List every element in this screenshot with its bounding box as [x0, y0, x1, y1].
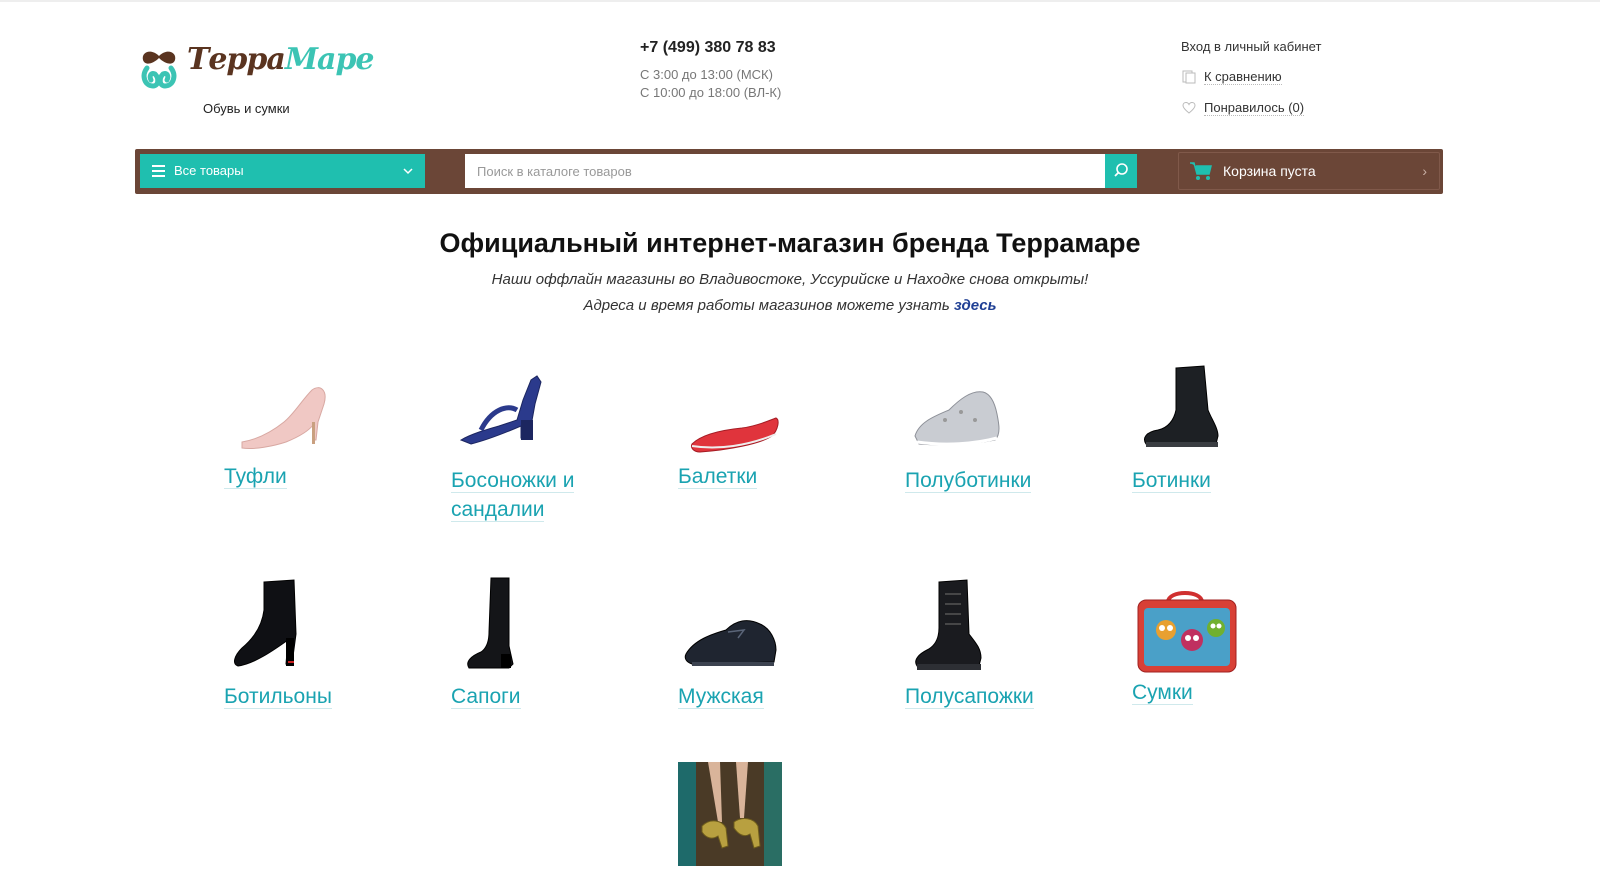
- intro-line-1: Наши оффлайн магазины во Владивостоке, У…: [491, 271, 1089, 288]
- cart-button[interactable]: Корзина пуста ›: [1178, 152, 1440, 190]
- hours-msk: С 3:00 до 13:00 (МСК): [640, 67, 773, 82]
- ankle-boot-icon: [1144, 365, 1219, 447]
- combat-boot-icon: [915, 579, 982, 670]
- category-label: Ботильоны: [224, 685, 332, 709]
- all-goods-menu-button[interactable]: Все товары: [140, 154, 425, 188]
- compare-icon: [1182, 70, 1196, 84]
- category-label: Полуботинки: [905, 469, 1032, 493]
- search-icon: [1114, 163, 1128, 177]
- cart-icon: [1190, 162, 1212, 180]
- ballet-flat-icon: [691, 417, 779, 453]
- stores-link[interactable]: здесь: [954, 297, 997, 314]
- pumps-shoe-icon: [241, 387, 326, 449]
- tall-boot-icon: [467, 577, 514, 669]
- search-button[interactable]: [1105, 154, 1137, 188]
- sandal-icon: [459, 375, 542, 445]
- logo-wordmark: ТерраМаре: [187, 42, 375, 77]
- all-goods-label: Все товары: [174, 163, 244, 178]
- chevron-down-icon: [403, 154, 413, 201]
- hours-vlk: С 10:00 до 18:00 (ВЛ-К): [640, 85, 782, 100]
- category-label: Босоножки и сандалии: [451, 469, 575, 522]
- favorites-link[interactable]: Понравилось (0): [1182, 99, 1305, 117]
- page-title: Официальный интернет-магазин бренда Терр…: [439, 228, 1141, 258]
- category-label: Ботинки: [1132, 469, 1211, 493]
- main-navbar: Все товары Корзина пуста ›: [135, 149, 1443, 194]
- hamburger-icon: [152, 165, 165, 177]
- intro-line-2: Адреса и время работы магазинов можете у…: [583, 297, 997, 314]
- phone-number[interactable]: +7 (499) 380 78 83: [640, 39, 776, 57]
- category-label: Полусапожки: [905, 685, 1034, 709]
- logo-tagline: Обувь и сумки: [203, 101, 290, 116]
- top-border: [0, 0, 1600, 2]
- handbag-icon: [1137, 591, 1237, 673]
- site-logo[interactable]: ТерраМаре Обувь и сумки: [137, 40, 375, 120]
- shoes-photo-icon: [678, 762, 782, 866]
- sneaker-icon: [914, 391, 1000, 446]
- compare-link[interactable]: К сравнению: [1182, 68, 1282, 86]
- cart-label: Корзина пуста: [1223, 163, 1316, 179]
- search-input[interactable]: [465, 154, 1105, 188]
- working-hours: С 3:00 до 13:00 (МСК) С 10:00 до 18:00 (…: [640, 66, 781, 102]
- chevron-right-icon: ›: [1422, 163, 1427, 179]
- heeled-bootie-icon: [234, 579, 297, 667]
- category-label: Туфли: [224, 465, 287, 489]
- logo-mark-icon: [141, 51, 177, 89]
- category-label: Сумки: [1132, 681, 1193, 705]
- category-label: Мужская: [678, 685, 764, 709]
- login-link[interactable]: Вход в личный кабинет: [1181, 38, 1321, 56]
- mens-shoe-icon: [684, 620, 777, 666]
- category-label: Сапоги: [451, 685, 521, 709]
- heart-icon: [1182, 101, 1196, 114]
- category-label: Балетки: [678, 465, 758, 489]
